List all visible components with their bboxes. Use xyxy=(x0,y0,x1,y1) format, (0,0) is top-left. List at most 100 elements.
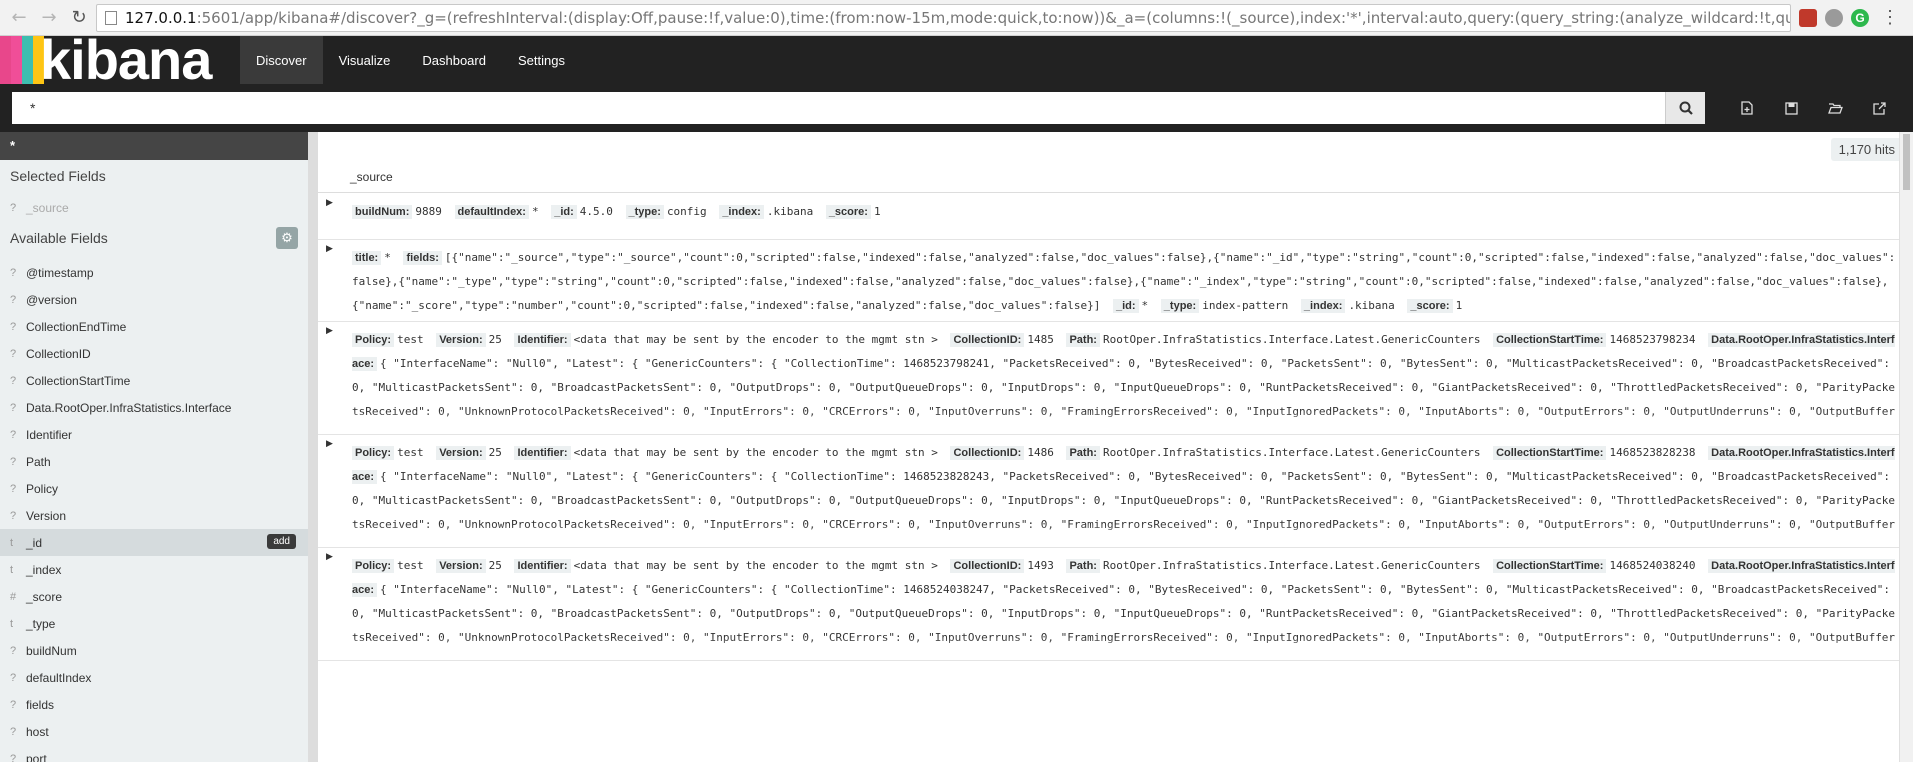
field-item[interactable]: ? defaultIndex xyxy=(0,664,308,691)
field-value: 1485 xyxy=(1027,333,1054,346)
field-value: 1468524038240 xyxy=(1609,559,1696,572)
field-item[interactable]: # _score xyxy=(0,583,308,610)
field-item[interactable]: ? CollectionStartTime xyxy=(0,367,308,394)
available-fields-heading: Available Fields xyxy=(10,230,108,246)
column-header-source[interactable]: _source xyxy=(350,170,393,184)
field-item[interactable]: ? buildNum xyxy=(0,637,308,664)
reload-icon[interactable]: ↻ xyxy=(66,5,92,31)
field-item[interactable]: t _id add xyxy=(0,529,308,556)
field-key: Path: xyxy=(1066,333,1100,347)
tab-visualize[interactable]: Visualize xyxy=(323,36,407,84)
field-item[interactable]: ? Identifier xyxy=(0,421,308,448)
expand-row-icon[interactable]: ▶ xyxy=(326,552,333,562)
field-key: Path: xyxy=(1066,559,1100,573)
field-item[interactable]: ? Path xyxy=(0,448,308,475)
field-type-icon: ? xyxy=(10,752,17,762)
field-item[interactable]: ? CollectionID xyxy=(0,340,308,367)
open-search-button[interactable] xyxy=(1813,92,1857,124)
new-search-icon xyxy=(1741,101,1753,115)
search-input[interactable]: * xyxy=(12,92,1665,124)
field-item[interactable]: ? @version xyxy=(0,286,308,313)
logo-text: kibana xyxy=(40,28,212,91)
field-value: test xyxy=(397,446,424,459)
save-icon xyxy=(1784,101,1798,115)
selected-fields-heading: Selected Fields xyxy=(10,168,106,184)
back-icon[interactable]: ← xyxy=(6,5,32,31)
field-name: CollectionID xyxy=(26,346,91,361)
new-search-button[interactable] xyxy=(1725,92,1769,124)
tab-settings[interactable]: Settings xyxy=(502,36,581,84)
bookmark-extension-icon[interactable] xyxy=(1799,8,1817,27)
nav-tabs: Discover Visualize Dashboard Settings xyxy=(240,36,581,84)
available-fields-list: ? @timestamp? @version? CollectionEndTime? C… xyxy=(0,259,308,762)
tab-discover[interactable]: Discover xyxy=(240,36,323,84)
field-name: fields xyxy=(26,697,55,712)
field-item[interactable]: ? port xyxy=(0,745,308,762)
document-source: title: * fields: [{"name":"_source","type"… xyxy=(352,246,1899,314)
logo-stripe xyxy=(11,36,22,84)
gear-icon[interactable]: ⚙ xyxy=(276,227,298,249)
field-name: _id xyxy=(26,535,43,550)
field-key: _type: xyxy=(1160,299,1200,313)
grammarly-icon[interactable]: G xyxy=(1851,8,1869,27)
extension-icon[interactable] xyxy=(1825,8,1843,27)
field-value: config xyxy=(666,205,707,218)
field-key: _score: xyxy=(825,205,871,219)
share-search-button[interactable] xyxy=(1857,92,1901,124)
field-value: .kibana xyxy=(766,205,814,218)
kibana-logo[interactable]: kibana xyxy=(0,32,240,88)
field-key: _id: xyxy=(1112,299,1139,313)
document-row: ▶ buildNum: 9889 defaultIndex: * _id: 4.5.0 … xyxy=(318,194,1899,240)
scrollbar-thumb[interactable] xyxy=(1903,134,1910,190)
expand-row-icon[interactable]: ▶ xyxy=(326,326,333,336)
search-button[interactable] xyxy=(1665,92,1705,124)
truncation-fade xyxy=(318,411,1899,435)
field-type-icon: ? xyxy=(10,347,17,360)
field-item[interactable]: ? fields xyxy=(0,691,308,718)
field-name: _score xyxy=(26,589,63,604)
tab-dashboard[interactable]: Dashboard xyxy=(406,36,502,84)
url-bar[interactable]: 127.0.0.1:5601/app/kibana#/discover?_g=(… xyxy=(96,3,1791,32)
field-item[interactable]: ? Version xyxy=(0,502,308,529)
discover-tools xyxy=(1725,92,1901,124)
field-item[interactable]: ? @timestamp xyxy=(0,259,308,286)
field-item[interactable]: ? Policy xyxy=(0,475,308,502)
results-panel: 1,170 hits _source ▶ buildNum: 9889 defaul… xyxy=(318,132,1913,762)
field-value: 1 xyxy=(1455,299,1463,312)
field-item[interactable]: ? Data.RootOper.InfraStatistics.Interface xyxy=(0,394,308,421)
field-item[interactable]: t _type xyxy=(0,610,308,637)
share-icon xyxy=(1872,101,1886,115)
field-key: Version: xyxy=(436,559,486,573)
field-key: Identifier: xyxy=(514,333,571,347)
field-key: buildNum: xyxy=(352,205,413,219)
field-item[interactable]: ? CollectionEndTime xyxy=(0,313,308,340)
field-key: Policy: xyxy=(352,333,395,347)
field-value: RootOper.InfraStatistics.Interface.Lates… xyxy=(1102,559,1481,572)
browser-menu-icon[interactable]: ⋮ xyxy=(1877,7,1903,28)
field-value: 9889 xyxy=(415,205,442,218)
index-pattern-selector[interactable]: * xyxy=(0,132,308,160)
document-source: buildNum: 9889 defaultIndex: * _id: 4.5.0 _… xyxy=(352,200,1899,232)
field-key: _index: xyxy=(719,205,764,219)
forward-icon[interactable]: → xyxy=(36,5,62,31)
save-search-button[interactable] xyxy=(1769,92,1813,124)
discover-main: * ❮ Selected Fields ? _source Available F… xyxy=(0,132,1913,762)
expand-row-icon[interactable]: ▶ xyxy=(326,439,333,449)
field-item[interactable]: t _index xyxy=(0,556,308,583)
field-type-icon: ? xyxy=(10,455,17,468)
field-item[interactable]: ? _source xyxy=(0,194,308,221)
field-type-icon: ? xyxy=(10,401,17,414)
field-key: _index: xyxy=(1300,299,1346,313)
collapse-sidebar-icon[interactable]: ❮ xyxy=(308,138,318,156)
field-key: defaultIndex: xyxy=(454,205,529,219)
field-item[interactable]: ? host xyxy=(0,718,308,745)
add-field-button[interactable]: add xyxy=(267,534,296,549)
field-value: 25 xyxy=(488,333,502,346)
expand-row-icon[interactable]: ▶ xyxy=(326,244,333,254)
selected-fields-list: ? _source xyxy=(0,194,308,221)
header-divider xyxy=(318,192,1899,193)
vertical-scrollbar[interactable] xyxy=(1899,132,1913,762)
url-host: 127.0.0.1 xyxy=(125,8,197,27)
expand-row-icon[interactable]: ▶ xyxy=(326,198,333,208)
field-key: CollectionStartTime: xyxy=(1493,559,1607,573)
